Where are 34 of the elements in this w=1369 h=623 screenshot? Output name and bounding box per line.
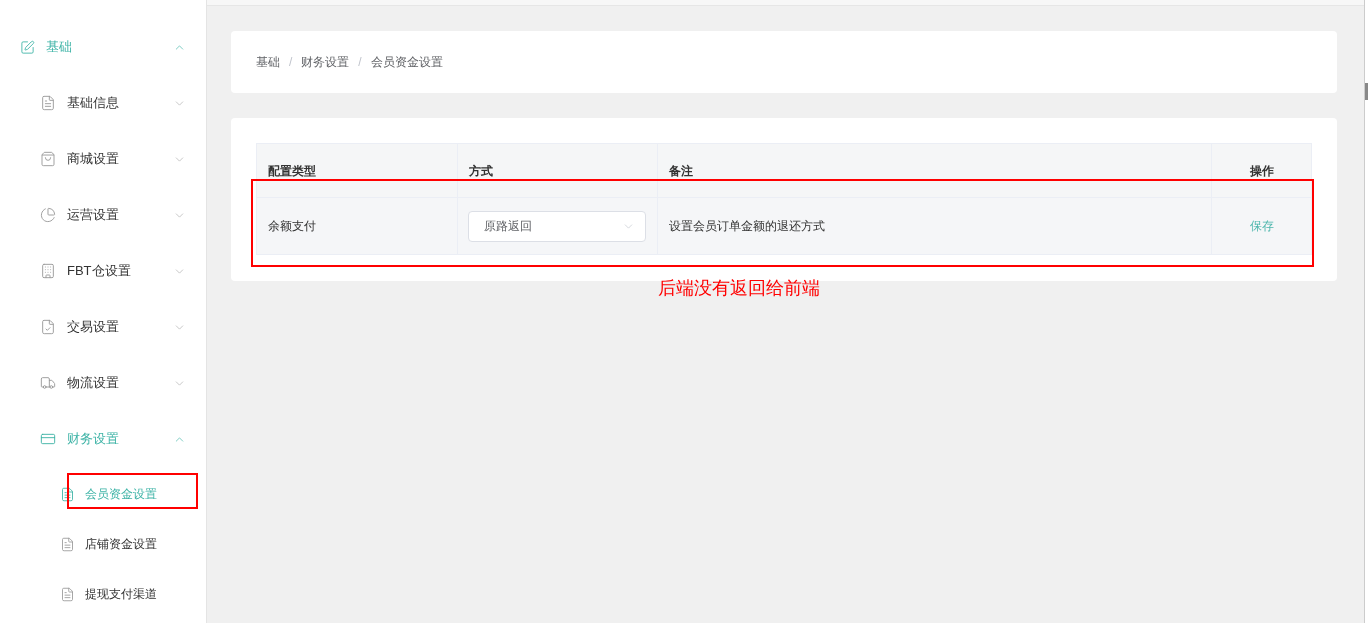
menu-item[interactable]: 交易设置 bbox=[0, 299, 206, 355]
document-check-icon bbox=[40, 319, 56, 335]
menu-item[interactable]: 物流设置 bbox=[0, 355, 206, 411]
method-select[interactable]: 原路返回 bbox=[468, 210, 646, 242]
submenu-item[interactable]: 提现支付渠道 bbox=[0, 569, 169, 619]
annotation-note: 后端没有返回给前端 bbox=[658, 277, 820, 300]
edit-icon bbox=[20, 39, 35, 55]
document-icon bbox=[40, 95, 56, 111]
scrollbar-thumb[interactable] bbox=[1365, 83, 1368, 100]
document-icon bbox=[60, 536, 75, 552]
breadcrumb-link[interactable]: 会员资金设置 bbox=[370, 53, 443, 71]
pie-chart-icon bbox=[40, 207, 56, 223]
breadcrumb-link[interactable]: 基础 bbox=[256, 53, 280, 71]
column-header: 配置类型 bbox=[256, 143, 458, 198]
document-icon bbox=[60, 486, 75, 502]
select-value: 原路返回 bbox=[484, 218, 532, 235]
menu-item[interactable]: 商城设置 bbox=[0, 131, 206, 187]
breadcrumb-separator: / bbox=[358, 54, 362, 71]
building-icon bbox=[40, 263, 56, 279]
menu-item[interactable]: 基础信息 bbox=[0, 75, 206, 131]
menu-item[interactable]: FBT仓设置 bbox=[0, 243, 206, 299]
column-header: 操作 bbox=[1211, 143, 1312, 198]
column-header: 方式 bbox=[457, 143, 658, 198]
breadcrumb-link[interactable]: 财务设置 bbox=[301, 53, 350, 71]
document-icon bbox=[60, 586, 75, 602]
menu-item[interactable]: 运营设置 bbox=[0, 187, 206, 243]
truck-icon bbox=[40, 375, 56, 391]
shopping-bag-icon bbox=[40, 151, 56, 167]
credit-card-icon bbox=[40, 431, 56, 447]
column-header: 备注 bbox=[657, 143, 1212, 198]
submenu-item[interactable]: 店铺资金设置 bbox=[0, 519, 169, 569]
breadcrumb-separator: / bbox=[289, 54, 293, 71]
table-cell: 设置会员订单金额的退还方式 bbox=[657, 197, 1212, 255]
table-cell: 余额支付 bbox=[256, 197, 458, 255]
